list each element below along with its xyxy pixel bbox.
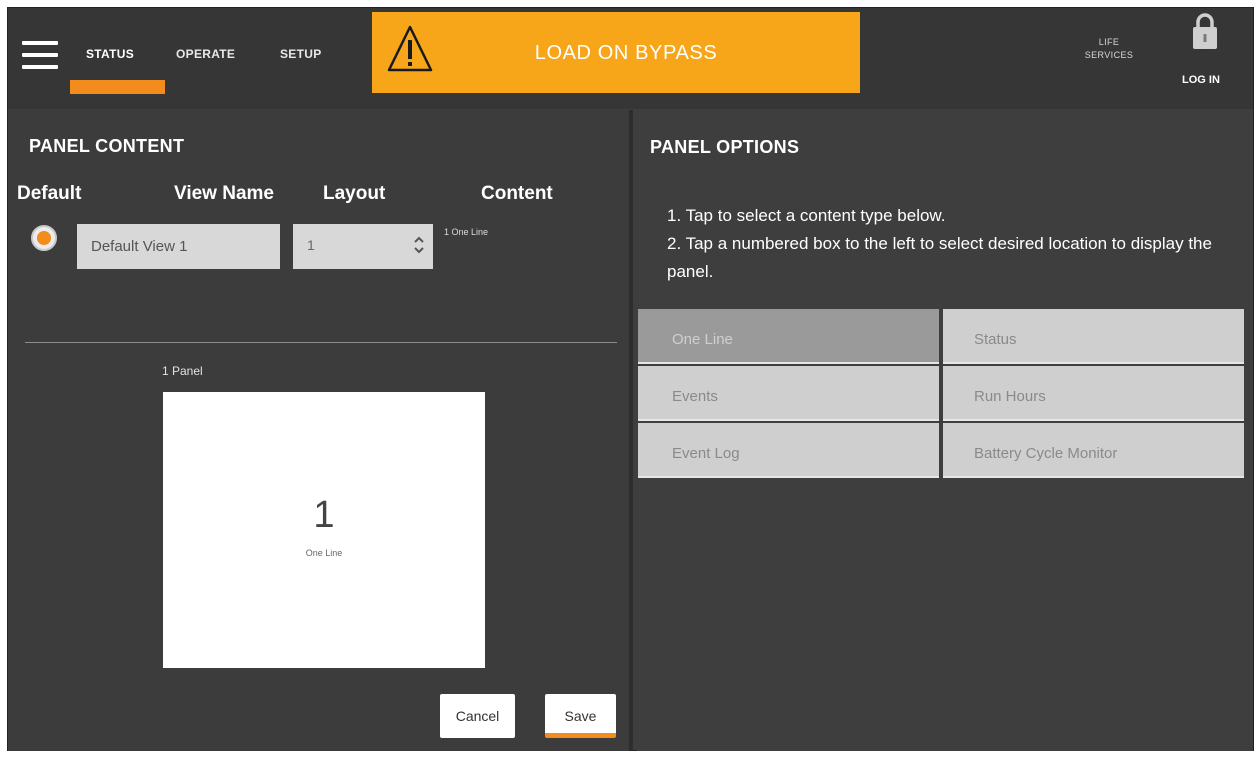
panel-slot-content: One Line	[305, 548, 343, 558]
option-run-hours[interactable]: Run Hours	[943, 366, 1244, 421]
save-button[interactable]: Save	[545, 694, 616, 738]
option-one-line[interactable]: One Line	[638, 309, 939, 364]
instructions: 1. Tap to select a content type below. 2…	[667, 202, 1247, 286]
panel-slot-number: 1	[313, 494, 335, 536]
alarm-text: LOAD ON BYPASS	[534, 42, 718, 64]
tab-setup[interactable]: SETUP	[280, 47, 322, 61]
default-radio[interactable]	[31, 225, 57, 251]
app-frame: STATUS OPERATE SETUP LOAD ON BYPASS LIFE…	[7, 7, 1254, 751]
lock-icon[interactable]	[1191, 11, 1219, 51]
tab-status[interactable]: STATUS	[86, 47, 134, 61]
panel-options-title: PANEL OPTIONS	[650, 137, 800, 157]
instruction-2: 2. Tap a numbered box to the left to sel…	[667, 234, 1212, 281]
option-events[interactable]: Events	[638, 366, 939, 421]
panel-content-title: PANEL CONTENT	[29, 136, 185, 156]
active-tab-indicator	[70, 80, 165, 94]
column-header-content: Content	[481, 183, 553, 204]
login-button[interactable]: LOG IN	[1182, 74, 1220, 86]
panel-options-section: PANEL OPTIONS 1. Tap to select a content…	[637, 110, 1253, 751]
layout-select[interactable]: 1	[293, 224, 433, 269]
cancel-button[interactable]: Cancel	[440, 694, 515, 738]
life-services-line2: SERVICES	[1084, 50, 1134, 60]
top-bar: STATUS OPERATE SETUP LOAD ON BYPASS LIFE…	[8, 8, 1253, 109]
layout-select-value: 1	[307, 237, 315, 253]
column-header-view-name: View Name	[174, 183, 274, 204]
panel-content-section: PANEL CONTENT Default View Name Layout C…	[8, 110, 633, 751]
content-value: 1 One Line	[444, 227, 489, 237]
select-arrows-icon	[414, 236, 424, 254]
panel-count-label: 1 Panel	[162, 364, 203, 378]
view-name-input[interactable]: Default View 1	[77, 224, 280, 269]
tab-operate[interactable]: OPERATE	[176, 47, 235, 61]
alarm-banner[interactable]: LOAD ON BYPASS	[372, 12, 860, 93]
life-services-button[interactable]: LIFE SERVICES	[1070, 36, 1148, 62]
option-battery-cycle-monitor[interactable]: Battery Cycle Monitor	[943, 423, 1244, 478]
hamburger-menu-icon[interactable]	[22, 41, 58, 69]
panel-slot-1[interactable]: 1 One Line	[163, 392, 485, 668]
instruction-1: 1. Tap to select a content type below.	[667, 206, 946, 225]
option-status[interactable]: Status	[943, 309, 1244, 364]
life-services-line1: LIFE	[1098, 37, 1120, 47]
option-event-log[interactable]: Event Log	[638, 423, 939, 478]
column-header-default: Default	[17, 183, 82, 204]
column-header-layout: Layout	[323, 183, 386, 204]
divider	[25, 342, 617, 343]
